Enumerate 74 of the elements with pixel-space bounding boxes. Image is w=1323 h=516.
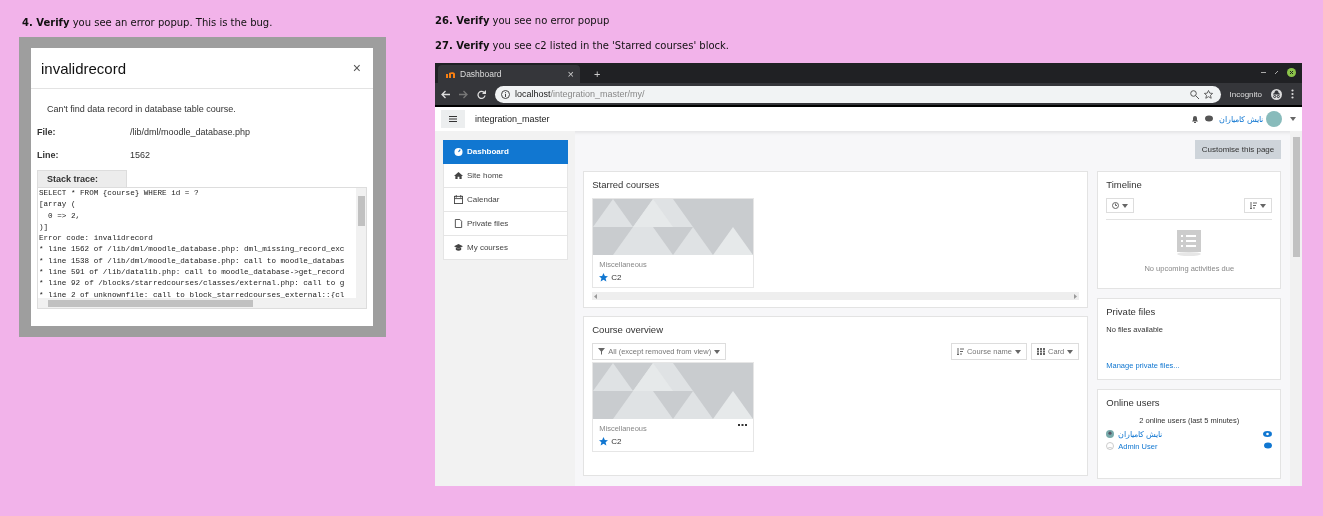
user-name[interactable]: نایش کامیاران bbox=[1218, 114, 1263, 124]
caret-icon bbox=[714, 349, 721, 354]
course-name[interactable]: C2 bbox=[611, 273, 622, 282]
reload-icon[interactable] bbox=[477, 89, 486, 99]
avatar-icon bbox=[1106, 430, 1115, 438]
instruction-text: 4. Verify you see an error popup. This is the bug. bbox=[22, 17, 274, 28]
nav-item[interactable]: Calendar bbox=[443, 188, 568, 212]
site-name[interactable]: integration_master bbox=[475, 114, 1191, 124]
sort-dropdown[interactable] bbox=[1244, 198, 1273, 213]
nav-item[interactable]: Private files bbox=[443, 212, 568, 236]
date-filter-dropdown[interactable] bbox=[1106, 198, 1135, 213]
calendar-icon bbox=[454, 195, 463, 204]
sort-icon bbox=[956, 348, 964, 355]
info-icon bbox=[501, 89, 510, 99]
menu-icon bbox=[449, 116, 457, 122]
instruction-text: 26. Verify you see no error popup bbox=[435, 15, 611, 26]
star-icon bbox=[599, 437, 609, 446]
maximize-icon[interactable] bbox=[1274, 70, 1279, 75]
forward-icon[interactable] bbox=[459, 89, 468, 99]
grid-icon bbox=[1037, 348, 1045, 355]
nav-item[interactable]: Site home bbox=[443, 164, 568, 188]
field-label: Line: bbox=[37, 149, 60, 160]
menu-icon[interactable] bbox=[1291, 89, 1294, 99]
block-title: Online users bbox=[1106, 397, 1161, 408]
incognito-label: Incognito bbox=[1229, 89, 1262, 99]
nav-item[interactable]: Dashboard bbox=[443, 140, 568, 164]
list-icon bbox=[1177, 230, 1202, 256]
bell-icon[interactable] bbox=[1190, 115, 1199, 123]
address-bar[interactable]: localhost/integration_master/my/ bbox=[495, 85, 1221, 103]
block-title: Private files bbox=[1106, 306, 1157, 317]
logo-icon bbox=[446, 70, 455, 78]
cap-icon bbox=[454, 243, 463, 252]
star-icon bbox=[599, 273, 609, 282]
block-title: Timeline bbox=[1106, 179, 1143, 190]
new-tab-button[interactable]: + bbox=[588, 67, 607, 81]
zoom-icon[interactable] bbox=[1189, 89, 1199, 99]
caret-icon bbox=[1290, 117, 1296, 121]
instruction-text: 27. Verify you see c2 listed in the 'Starred courses' block. bbox=[435, 40, 731, 51]
course-name[interactable]: C2 bbox=[611, 437, 622, 446]
nav-item[interactable]: My courses bbox=[443, 236, 568, 260]
home-icon bbox=[454, 171, 463, 180]
field-value: /lib/dml/moodle_database.php bbox=[130, 126, 251, 137]
chat-icon[interactable] bbox=[1204, 115, 1213, 123]
chat-icon[interactable] bbox=[1264, 442, 1273, 450]
stack-trace-tab[interactable]: Stack trace: bbox=[37, 170, 127, 187]
user-icon bbox=[1106, 442, 1115, 450]
caret-icon bbox=[1015, 349, 1021, 354]
error-message: Can't find data record in database table course. bbox=[47, 104, 237, 114]
dashboard-icon bbox=[454, 147, 463, 156]
block-title: Course overview bbox=[592, 324, 664, 335]
field-value: 1562 bbox=[130, 149, 151, 160]
menu-button[interactable] bbox=[441, 110, 465, 128]
caret-icon bbox=[1260, 203, 1267, 208]
back-icon[interactable] bbox=[441, 89, 450, 99]
close-icon[interactable] bbox=[1287, 68, 1296, 77]
file-icon bbox=[454, 219, 463, 228]
close-button[interactable]: × bbox=[352, 60, 361, 76]
caret-icon bbox=[1122, 203, 1129, 208]
caret-icon bbox=[1067, 349, 1074, 354]
bookmark-star-icon[interactable] bbox=[1203, 89, 1213, 99]
vertical-scrollbar[interactable] bbox=[356, 188, 366, 298]
horizontal-scrollbar[interactable] bbox=[38, 298, 366, 308]
sort-icon bbox=[1250, 202, 1258, 209]
clock-icon bbox=[1112, 202, 1120, 209]
incognito-icon bbox=[1271, 88, 1282, 100]
tab-close-button[interactable]: × bbox=[567, 68, 574, 80]
block-title: Starred courses bbox=[592, 179, 661, 190]
customise-button[interactable]: Customise this page bbox=[1194, 140, 1282, 159]
eye-icon[interactable] bbox=[1263, 431, 1273, 437]
browser-tab[interactable]: Dashboard × bbox=[438, 65, 580, 83]
filter-icon bbox=[598, 348, 606, 355]
vertical-scrollbar[interactable] bbox=[1290, 131, 1302, 486]
field-label: File: bbox=[37, 126, 57, 137]
dialog-title: invalidrecord bbox=[41, 59, 127, 77]
